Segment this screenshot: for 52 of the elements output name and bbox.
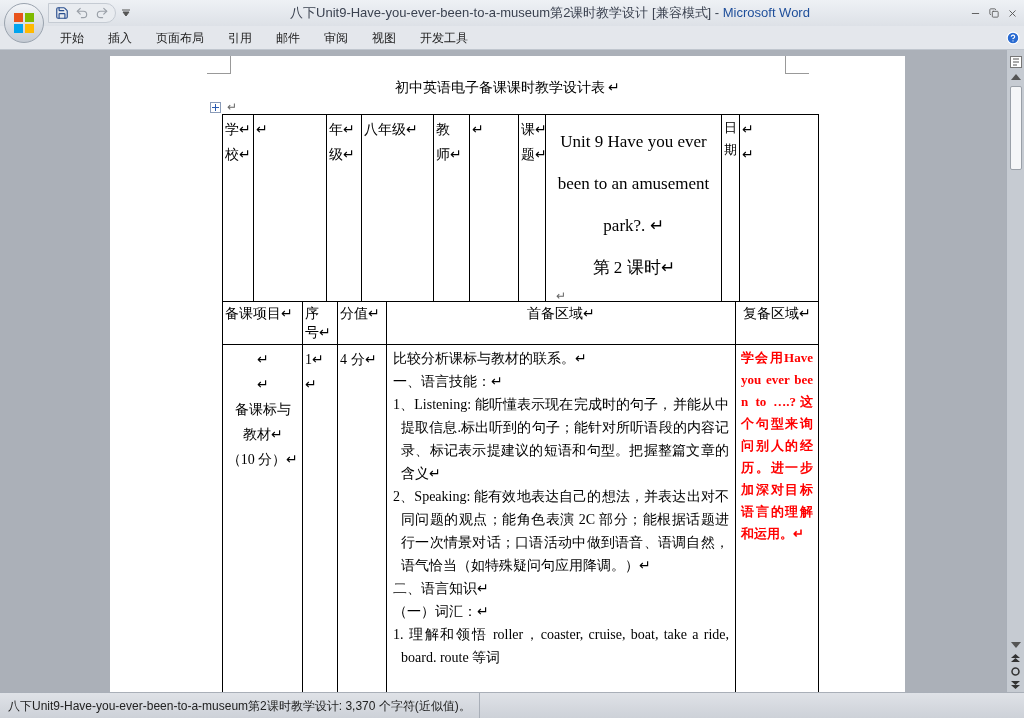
- document-heading: 初中英语电子备课课时教学设计表 ↵: [394, 79, 621, 97]
- table-cell: 复备区域↵: [736, 302, 819, 344]
- scroll-down-icon[interactable]: [1010, 642, 1021, 648]
- next-page-icon[interactable]: [1011, 681, 1020, 689]
- scrollbar-thumb[interactable]: [1009, 86, 1022, 170]
- status-text: 八下Unit9-Have-you-ever-been-to-a-museum第2课时教学设计: 3,370 个字符(近似值)。: [7, 697, 472, 715]
- table-move-handle-icon[interactable]: [210, 101, 221, 113]
- margin-corner-mark: [785, 56, 809, 74]
- ribbon-tab[interactable]: 插入: [96, 26, 144, 49]
- table-cell: ↵: [470, 115, 519, 301]
- restore-icon[interactable]: [989, 8, 999, 18]
- office-button[interactable]: [4, 3, 44, 43]
- table-cell: ↵ ↵: [740, 115, 819, 301]
- help-icon[interactable]: [1006, 30, 1020, 45]
- paragraph: 二、语言知识↵: [393, 580, 490, 598]
- table-cell: 教 师↵: [434, 115, 470, 301]
- table-cell: 分值↵: [338, 302, 387, 344]
- table-cell: 首备区域↵: [387, 302, 736, 344]
- paragraph-mark: ↵: [227, 99, 237, 116]
- ribbon-tab[interactable]: 邮件: [264, 26, 312, 49]
- paragraph: （一）词汇：↵: [393, 603, 490, 621]
- ribbon-tab[interactable]: 审阅: [312, 26, 360, 49]
- margin-corner-mark: [207, 56, 231, 74]
- paragraph: 比较分析课标与教材的联系。↵: [393, 350, 588, 368]
- table-cell: 日 期: [722, 115, 740, 301]
- review-note: 学会用Have you ever been to ….?这个句型来询问别人的经历。进一步加深对目标语言的理解和运用。↵: [741, 349, 813, 543]
- table-cell: 八年级↵: [362, 115, 434, 301]
- ribbon-tab[interactable]: 开始: [48, 26, 96, 49]
- table-cell: ↵: [254, 115, 327, 301]
- ribbon-tab[interactable]: 开发工具: [408, 26, 480, 49]
- previous-page-icon[interactable]: [1011, 654, 1020, 662]
- paragraph: 1. 理解和领悟 roller，coaster, cruise, boat, take a ride, board. route 等词: [393, 626, 729, 667]
- table-cell: 年↵ 级↵: [327, 115, 362, 301]
- table-cell: 课↵ 题↵: [519, 115, 546, 301]
- ribbon-tab[interactable]: 页面布局: [144, 26, 216, 49]
- ribbon-tab[interactable]: 视图: [360, 26, 408, 49]
- paragraph: 2、Speaking: 能有效地表达自己的想法，并表达出对不同问题的观点；能角色表演 2C 部分；能根据话题进行一次情景对话；口语活动中做到语音、语调自然，语气恰当（如特殊疑问句应用降调。）↵: [393, 488, 729, 575]
- customize-toolbar-icon[interactable]: [122, 9, 130, 17]
- window-title: 八下Unit9-Have-you-ever-been-to-a-museum第2课时教学设计 [兼容模式] - Microsoft Word: [290, 4, 810, 23]
- paragraph: 一、语言技能：↵: [393, 373, 504, 391]
- scroll-up-icon[interactable]: [1010, 74, 1021, 80]
- table-cell: Unit 9 Have you ever been to an amusement park?. ↵ 第 2 课时↵ ↵: [546, 115, 722, 301]
- browse-object-icon[interactable]: [1011, 667, 1020, 676]
- close-icon[interactable]: [1007, 7, 1018, 19]
- view-ruler-icon[interactable]: [1009, 56, 1022, 68]
- table-cell: 序 号↵: [303, 302, 338, 344]
- save-icon[interactable]: [55, 6, 69, 20]
- table-cell: 备课项目↵: [223, 302, 303, 344]
- table-cell: 学↵ 校↵: [223, 115, 254, 301]
- ribbon-tab[interactable]: 引用: [216, 26, 264, 49]
- paragraph: 1、Listening: 能听懂表示现在完成时的句子，并能从中提取信息.标出听到的句子；能针对所听语段的内容记录、标记表示提建议的短语和句型。把握整篇文章的含义↵: [393, 396, 729, 483]
- office-logo-icon: [13, 12, 35, 34]
